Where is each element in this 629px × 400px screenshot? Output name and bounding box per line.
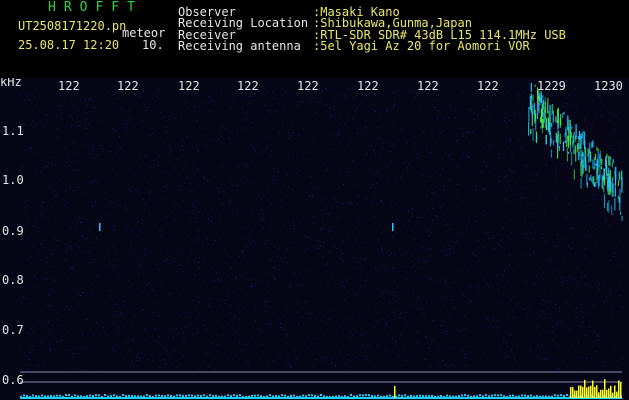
spectrogram: kHz 1.1 1.0 0.9 0.8 0.7 0.6 122 122 122 …	[0, 78, 629, 400]
y-tick-0-8: 0.8	[2, 273, 24, 287]
x-tick-9: 1229	[537, 79, 566, 93]
x-tick-6: 122	[357, 79, 379, 93]
x-tick-4: 122	[237, 79, 259, 93]
y-tick-0-6: 0.6	[2, 373, 24, 387]
spectrogram-background	[0, 78, 629, 400]
date-time: 25.08.17 12:20	[18, 38, 120, 52]
x-tick-7: 122	[417, 79, 439, 93]
y-tick-0-9: 0.9	[2, 224, 24, 238]
x-tick-10: 1230	[594, 79, 623, 93]
y-tick-1-0: 1.0	[2, 173, 24, 187]
x-tick-3: 122	[178, 79, 200, 93]
antenna-label: Receiving antenna	[178, 39, 301, 53]
meteor-count: 10.	[142, 38, 164, 52]
antenna-value: :5el Yagi Az 20 for Aomori VOR	[313, 39, 530, 53]
file-name: UT2508171220.pn	[18, 19, 127, 33]
x-tick-8: 122	[477, 79, 499, 93]
y-tick-1-1: 1.1	[2, 124, 24, 138]
x-tick-5: 122	[297, 79, 319, 93]
y-tick-0-7: 0.7	[2, 323, 24, 337]
x-tick-2: 122	[117, 79, 139, 93]
hrofft-logo: HROFFT	[48, 0, 143, 15]
y-unit-label: kHz	[0, 78, 22, 89]
x-tick-1: 122	[58, 79, 80, 93]
